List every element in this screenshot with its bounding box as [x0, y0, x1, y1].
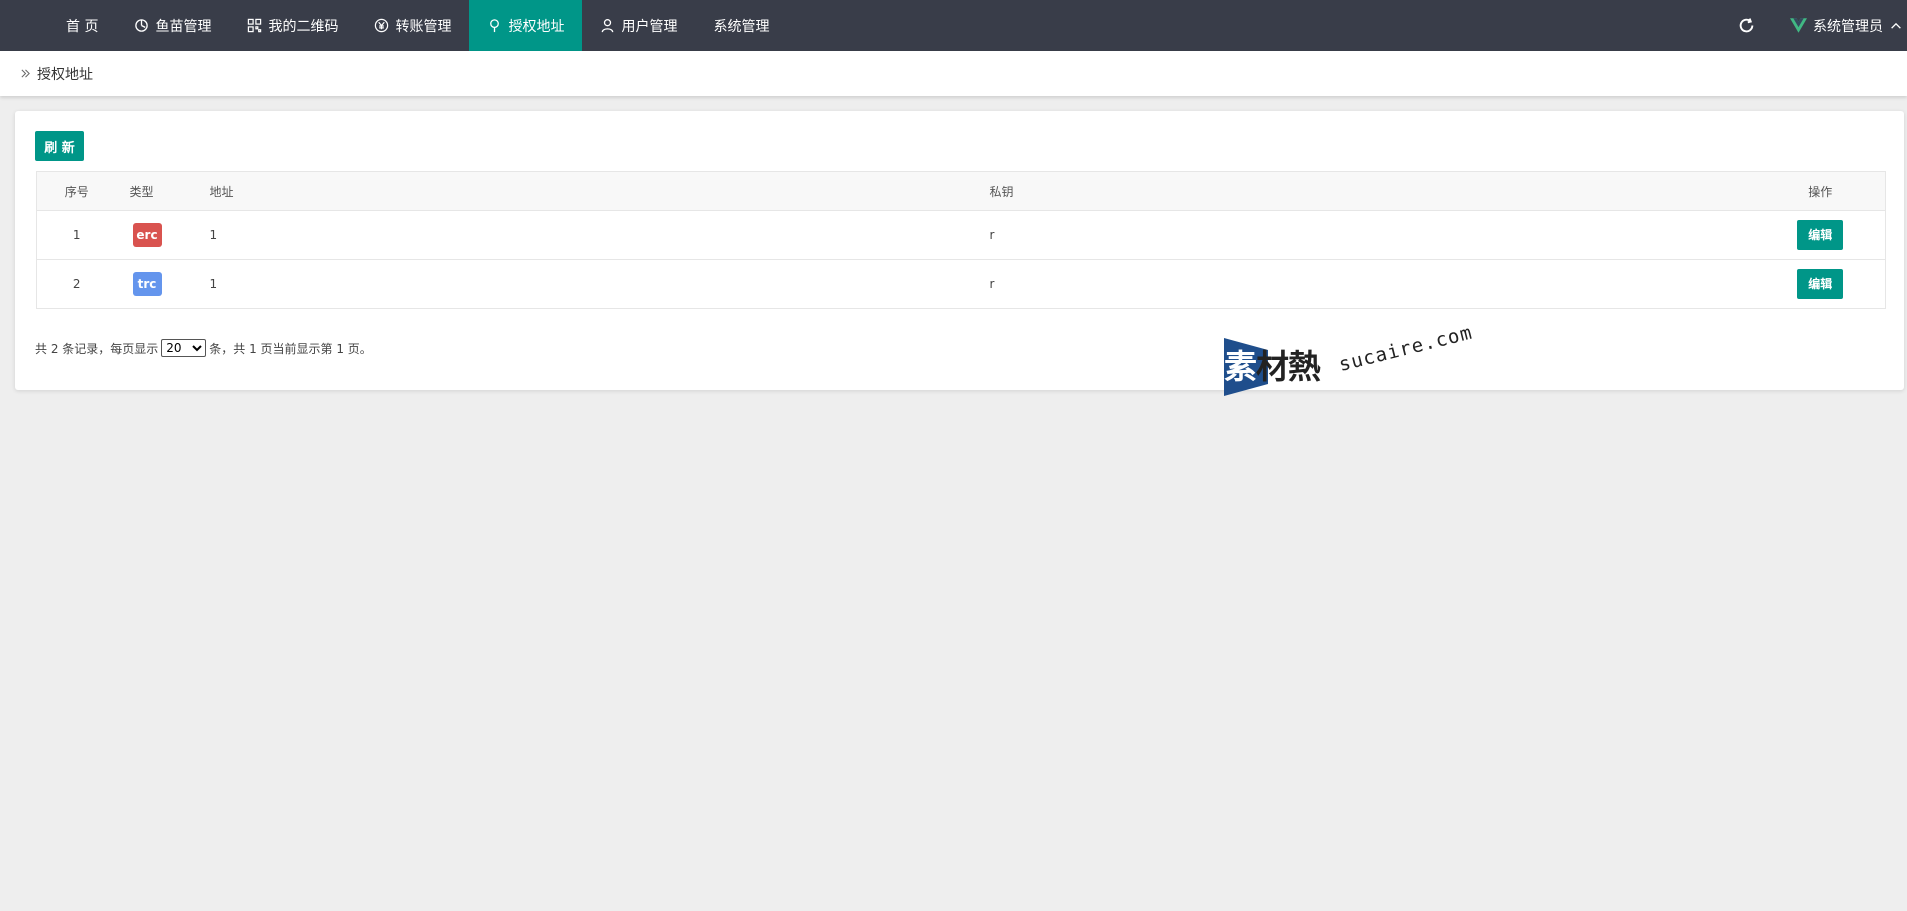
- breadcrumb-current: 授权地址: [37, 66, 93, 83]
- type-badge: trc: [132, 272, 162, 296]
- nav-item-transfer[interactable]: 转账管理: [356, 0, 469, 51]
- edit-button[interactable]: 编辑: [1797, 269, 1844, 299]
- table-row: 1 erc 1 r 编辑: [36, 210, 1886, 260]
- nav-label-home: 首 页: [66, 18, 99, 35]
- fish-icon: [135, 19, 149, 32]
- col-header-actions: 操作: [1755, 171, 1886, 211]
- content-card: 刷 新 序号 类型 地址 私钥 操作 1 erc 1 r 编辑 2 trc 1 …: [15, 111, 1904, 390]
- vue-logo-icon: [1790, 18, 1807, 33]
- cell-index: 1: [36, 210, 117, 260]
- yen-icon: [375, 18, 389, 33]
- watermark-brand: 素材熱: [1224, 347, 1321, 386]
- cell-index: 2: [36, 259, 117, 309]
- location-pin-icon: [490, 19, 500, 33]
- nav-item-users[interactable]: 用户管理: [582, 0, 695, 51]
- cell-private-key: r: [976, 259, 1756, 309]
- breadcrumb: 授权地址: [0, 51, 1907, 96]
- pager-prefix: 共 2 条记录，每页显示: [35, 341, 159, 356]
- col-header-index: 序号: [36, 171, 117, 211]
- refresh-icon: [1739, 18, 1753, 33]
- refresh-button[interactable]: 刷 新: [35, 131, 84, 161]
- col-header-address: 地址: [196, 171, 977, 211]
- nav-item-fish[interactable]: 鱼苗管理: [116, 0, 229, 51]
- nav-right: 系统管理员: [1726, 0, 1907, 51]
- nav-label-fish: 鱼苗管理: [155, 18, 212, 35]
- nav-item-system[interactable]: 系统管理: [695, 0, 787, 51]
- top-nav: 首 页 鱼苗管理 我的二维码 转账管理 授权地址 用户管理 系统管理 系统管理员: [0, 0, 1907, 51]
- nav-label-qrcode: 我的二维码: [268, 18, 339, 35]
- double-chevron-right-icon: [21, 69, 30, 78]
- page-refresh-button[interactable]: [1726, 0, 1766, 51]
- cell-type: trc: [116, 259, 197, 309]
- cell-address: 1: [196, 259, 977, 309]
- col-header-type: 类型: [116, 171, 197, 211]
- user-menu[interactable]: 系统管理员: [1766, 16, 1907, 36]
- nav-label-users: 用户管理: [621, 18, 678, 35]
- cell-private-key: r: [976, 210, 1756, 260]
- cell-actions: 编辑: [1755, 259, 1886, 309]
- qrcode-icon: [248, 18, 262, 33]
- nav-item-auth-address[interactable]: 授权地址: [469, 0, 583, 51]
- col-header-private-key: 私钥: [976, 171, 1756, 211]
- watermark: 素材熱 sucaire.com: [1224, 322, 1475, 398]
- table-header-row: 序号 类型 地址 私钥 操作: [36, 171, 1886, 211]
- pager-suffix: 条，共 1 页当前显示第 1 页。: [209, 341, 372, 356]
- nav-label-transfer: 转账管理: [395, 18, 452, 35]
- page-size-select[interactable]: 20: [161, 339, 207, 357]
- type-badge: erc: [132, 223, 162, 247]
- edit-button[interactable]: 编辑: [1797, 220, 1844, 250]
- cell-address: 1: [196, 210, 977, 260]
- nav-label-system: 系统管理: [713, 18, 770, 35]
- address-table: 序号 类型 地址 私钥 操作 1 erc 1 r 编辑 2 trc 1 r 编辑: [36, 171, 1886, 309]
- chevron-up-icon: [1891, 22, 1901, 29]
- user-icon: [602, 19, 614, 33]
- cell-actions: 编辑: [1755, 210, 1886, 260]
- table-row: 2 trc 1 r 编辑: [36, 259, 1886, 309]
- nav-item-home[interactable]: 首 页: [48, 0, 116, 51]
- nav-menu: 首 页 鱼苗管理 我的二维码 转账管理 授权地址 用户管理 系统管理: [0, 0, 787, 51]
- pagination-info: 共 2 条记录，每页显示 20 条，共 1 页当前显示第 1 页。: [35, 339, 372, 357]
- user-name: 系统管理员: [1813, 18, 1883, 35]
- cell-type: erc: [116, 210, 197, 260]
- nav-label-auth-address: 授权地址: [508, 18, 565, 35]
- nav-item-qrcode[interactable]: 我的二维码: [229, 0, 356, 51]
